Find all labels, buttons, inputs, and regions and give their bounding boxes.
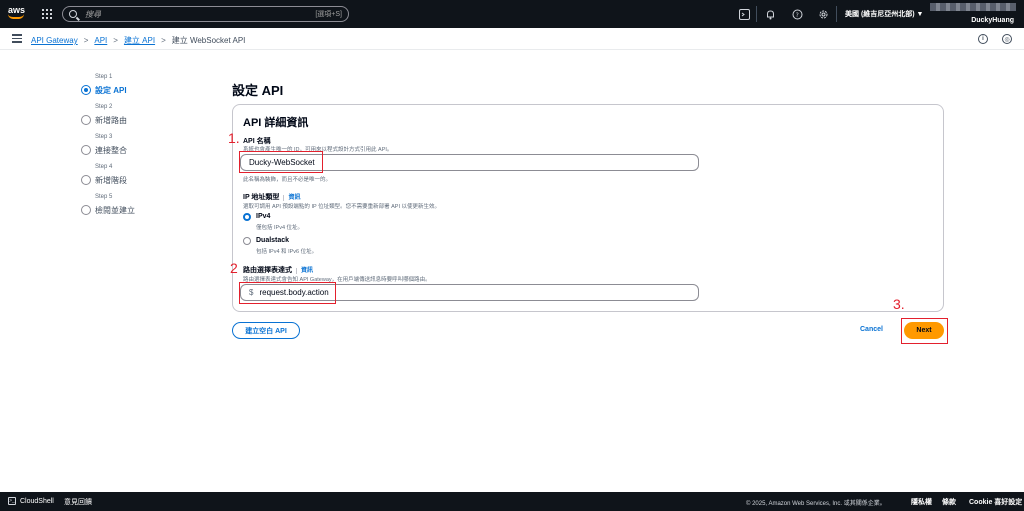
info-icon[interactable]: i — [978, 34, 988, 44]
ipv4-description: 僅包括 IPv4 位址。 — [256, 225, 304, 231]
page-title: 設定 API — [232, 83, 284, 98]
breadcrumb-separator: > — [83, 36, 89, 45]
annotation-2: 2 — [230, 260, 238, 276]
breadcrumb-api[interactable]: API — [94, 36, 107, 45]
panel-title: API 詳細資訊 — [243, 117, 309, 129]
menu-hamburger-icon[interactable] — [12, 34, 22, 45]
account-menu[interactable]: DuckyHuang — [930, 2, 1018, 24]
highlight-box-next — [901, 318, 948, 344]
aws-logo-text: aws — [8, 5, 26, 15]
step-2: Step 2 新增路由 — [81, 104, 211, 134]
create-blank-api-button[interactable]: 建立空白 API — [232, 322, 300, 339]
ip-type-description: 選取可調用 API 預設端點的 IP 位址類型。您不需要重新部署 API 以使更… — [243, 204, 440, 210]
breadcrumb: API Gateway > API > 建立 API > 建立 WebSocke… — [31, 35, 245, 46]
search-placeholder: 搜尋 — [85, 9, 101, 19]
step-number: Step 5 — [95, 194, 113, 200]
cancel-button[interactable]: Cancel — [860, 326, 883, 333]
copyright-text: © 2025, Amazon Web Services, Inc. 或其關係企業… — [746, 501, 886, 507]
settings-gear-icon[interactable] — [817, 8, 829, 20]
feedback-link[interactable]: 意見回饋 — [64, 497, 92, 507]
search-input[interactable]: 搜尋 [選項+S] — [62, 6, 349, 22]
annotation-3: 3. — [893, 296, 905, 312]
footer: >_ CloudShell 意見回饋 © 2025, Amazon Web Se… — [0, 492, 1024, 511]
breadcrumb-separator: > — [161, 36, 166, 45]
cloudshell-label: CloudShell — [20, 497, 54, 505]
ipv4-label[interactable]: IPv4 — [256, 213, 270, 220]
region-selector[interactable]: 美國 (維吉尼亞州北部) ▼ — [845, 9, 923, 19]
wizard-steps: Step 1 設定 API Step 2 新增路由 Step 3 連接整合 St… — [81, 74, 211, 224]
route-expr-label: 路由選擇表達式 資訊 — [243, 265, 314, 275]
step-indicator-icon — [81, 145, 91, 155]
step-number: Step 2 — [95, 104, 113, 110]
ipv4-radio[interactable] — [243, 213, 251, 221]
step-1[interactable]: Step 1 設定 API — [81, 74, 211, 104]
terminal-icon: >_ — [8, 497, 16, 505]
step-label: 設定 API — [95, 86, 127, 95]
step-label: 連接整合 — [95, 146, 127, 155]
top-navigation: aws 搜尋 [選項+S] ? 美國 (維吉尼亞州北部) ▼ DuckyHuan… — [0, 0, 1024, 28]
step-4: Step 4 新增階段 — [81, 164, 211, 194]
step-number: Step 1 — [95, 74, 113, 80]
privacy-link[interactable]: 隱私權 — [911, 497, 932, 507]
cloudshell-link[interactable]: >_ CloudShell — [8, 497, 54, 505]
breadcrumb-create-api[interactable]: 建立 API — [124, 35, 155, 46]
dualstack-description: 包括 IPv4 和 IPv6 位址。 — [256, 249, 318, 255]
cloudshell-icon[interactable] — [738, 8, 750, 20]
help-icon[interactable]: ? — [791, 8, 803, 20]
step-number: Step 4 — [95, 164, 113, 170]
api-name-hint: 此名稱為裝飾，而且不必是唯一的。 — [243, 177, 332, 183]
dualstack-radio[interactable] — [243, 237, 251, 245]
aws-logo[interactable]: aws — [8, 5, 28, 23]
step-3: Step 3 連接整合 — [81, 134, 211, 164]
search-shortcut: [選項+S] — [315, 11, 342, 18]
dualstack-label[interactable]: Dualstack — [256, 237, 289, 244]
notifications-icon[interactable] — [764, 8, 776, 20]
ip-type-info-link[interactable]: 資訊 — [283, 195, 301, 201]
step-indicator-icon — [81, 205, 91, 215]
svg-text:?: ? — [795, 12, 798, 19]
step-label: 檢閱並建立 — [95, 206, 135, 215]
step-indicator-icon — [81, 175, 91, 185]
step-number: Step 3 — [95, 134, 113, 140]
step-5: Step 5 檢閱並建立 — [81, 194, 211, 224]
step-label: 新增路由 — [95, 116, 127, 125]
highlight-box-route-expr — [239, 282, 336, 304]
breadcrumb-current: 建立 WebSocket API — [171, 36, 246, 45]
terms-link[interactable]: 條款 — [942, 497, 956, 507]
cookie-preferences-link[interactable]: Cookie 喜好設定 — [969, 497, 1022, 507]
breadcrumb-separator: > — [113, 36, 118, 45]
services-grid-icon[interactable] — [42, 9, 52, 19]
ip-type-label-text: IP 地址類型 — [243, 194, 280, 201]
route-expr-info-link[interactable]: 資訊 — [296, 268, 314, 274]
breadcrumb-api-gateway[interactable]: API Gateway — [31, 36, 78, 45]
step-label: 新增階段 — [95, 176, 127, 185]
step-indicator-icon — [81, 115, 91, 125]
ip-type-label: IP 地址類型 資訊 — [243, 192, 301, 202]
step-active-indicator-icon — [81, 85, 91, 95]
annotation-1: 1. — [228, 130, 240, 146]
account-id-redacted — [930, 3, 1016, 11]
feedback-icon[interactable]: ◎ — [1002, 34, 1012, 44]
search-icon — [69, 10, 77, 18]
account-username: DuckyHuang — [971, 17, 1014, 24]
highlight-box-api-name — [239, 151, 323, 173]
route-expr-label-text: 路由選擇表達式 — [243, 267, 292, 274]
